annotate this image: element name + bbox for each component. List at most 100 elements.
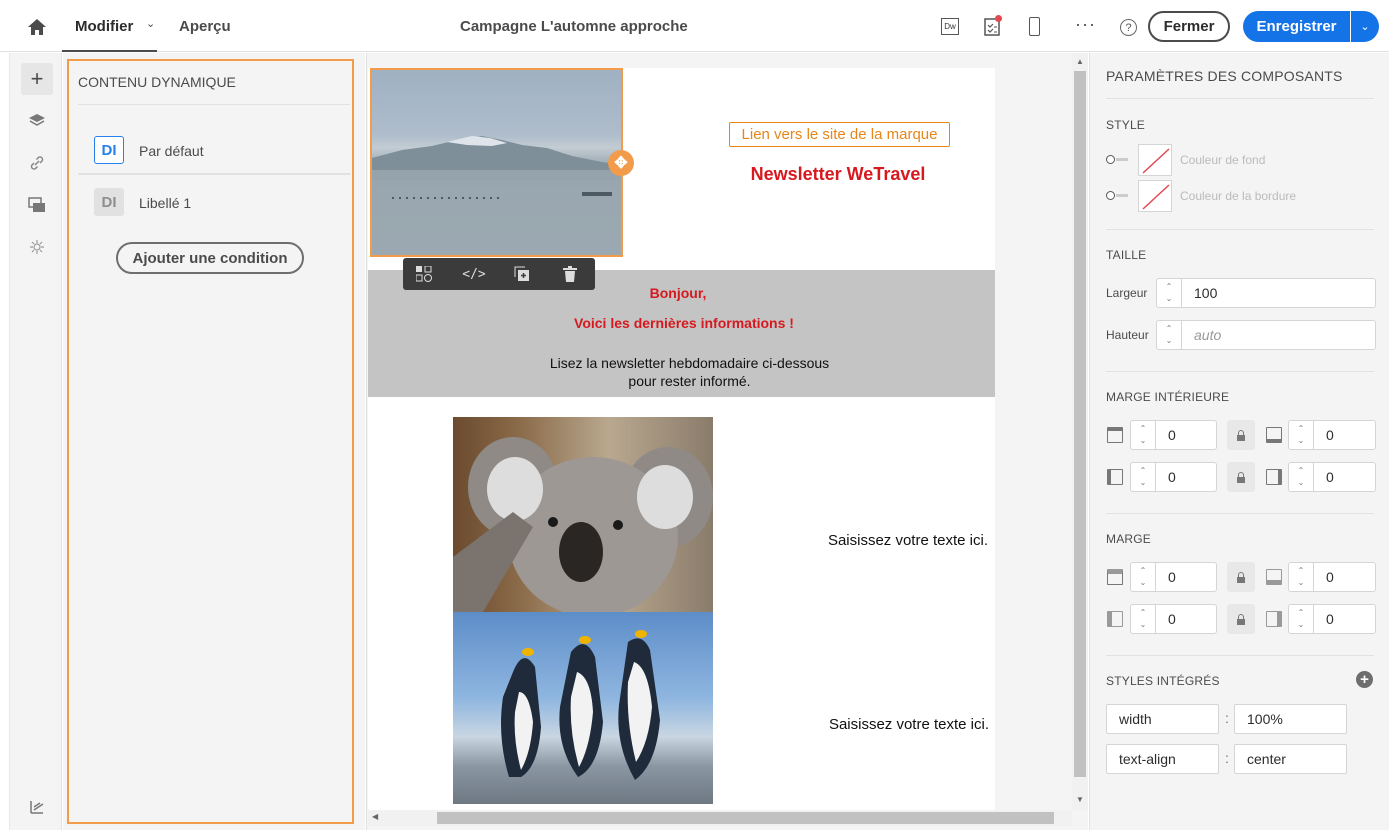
padding-lock-icon[interactable] <box>1227 420 1255 450</box>
width-input[interactable]: 100 <box>1181 278 1376 308</box>
delete-icon[interactable] <box>561 265 579 283</box>
padding-bottom-input[interactable]: 0 <box>1313 420 1376 450</box>
margin-bottom-input[interactable]: 0 <box>1313 562 1376 592</box>
horizontal-scrollbar-thumb[interactable] <box>437 812 1054 824</box>
divider <box>1106 655 1374 656</box>
duplicate-icon[interactable] <box>513 265 531 283</box>
brand-link[interactable]: Lien vers le site de la marque <box>729 122 950 147</box>
padding-bottom-icon <box>1266 427 1282 443</box>
height-input[interactable]: auto <box>1181 320 1376 350</box>
dynamic-content-icon[interactable] <box>415 265 433 283</box>
header-image[interactable] <box>370 68 623 257</box>
padding-top-icon <box>1107 427 1123 443</box>
list-item-default[interactable]: DI Par défaut <box>78 123 350 175</box>
width-stepper[interactable]: ⌃ ⌄ <box>1156 278 1182 308</box>
intro-text-line-2: pour rester informé. <box>628 373 751 389</box>
email-body: ✥ Lien vers le site de la marque Newslet… <box>368 68 995 810</box>
padding-right-input[interactable]: 0 <box>1313 462 1376 492</box>
inline-style-property[interactable]: text-align <box>1106 744 1219 774</box>
add-icon[interactable]: + <box>21 63 53 95</box>
padding-left-input[interactable]: 0 <box>1155 462 1217 492</box>
padding-top-stepper[interactable]: ⌃ ⌄ <box>1130 420 1156 450</box>
save-button[interactable]: Enregistrer <box>1243 11 1350 42</box>
inline-style-property[interactable]: width <box>1106 704 1219 734</box>
koala-image[interactable] <box>453 417 713 612</box>
save-options-chevron-icon[interactable]: ⌄ <box>1351 11 1379 42</box>
campaign-title: Campagne L'automne approche <box>460 18 688 35</box>
tab-modify[interactable]: Modifier <box>75 18 133 35</box>
help-icon[interactable]: ? <box>1120 19 1137 36</box>
margin-right-input[interactable]: 0 <box>1313 604 1376 634</box>
divider <box>78 104 350 105</box>
dynamic-item-badge: DI <box>94 188 124 216</box>
margin-left-stepper[interactable]: ⌃ ⌄ <box>1130 604 1156 634</box>
margin-lock-icon[interactable] <box>1227 562 1255 592</box>
tab-preview[interactable]: Aperçu <box>179 18 231 35</box>
margin-right-icon <box>1266 611 1282 627</box>
width-label: Largeur <box>1106 286 1148 300</box>
horizontal-scrollbar[interactable]: ◀ <box>368 810 1072 826</box>
list-item-label-1[interactable]: DI Libellé 1 <box>78 177 350 227</box>
structure-icon[interactable] <box>21 791 53 823</box>
checklist-icon[interactable] <box>984 15 1002 36</box>
padding-top-input[interactable]: 0 <box>1155 420 1217 450</box>
padding-section-title: MARGE INTÉRIEURE <box>1106 390 1230 404</box>
bg-color-swatch[interactable] <box>1138 144 1172 176</box>
border-color-label: Couleur de la bordure <box>1180 189 1297 203</box>
margin-right-stepper[interactable]: ⌃ ⌄ <box>1288 604 1314 634</box>
layers-icon[interactable] <box>21 105 53 137</box>
notification-dot-icon <box>995 15 1002 22</box>
code-icon[interactable]: </> <box>462 265 485 283</box>
inline-style-separator: : <box>1225 710 1229 726</box>
border-color-toggle[interactable] <box>1106 191 1130 200</box>
chevron-down-icon[interactable]: ⌄ <box>146 17 155 30</box>
inline-style-separator: : <box>1225 750 1229 766</box>
home-icon[interactable] <box>24 14 50 40</box>
height-stepper[interactable]: ⌃ ⌄ <box>1156 320 1182 350</box>
padding-right-icon <box>1266 469 1282 485</box>
margin-top-input[interactable]: 0 <box>1155 562 1217 592</box>
dynamic-item-badge: DI <box>94 136 124 164</box>
scroll-up-arrow-icon[interactable]: ▲ <box>1076 57 1084 66</box>
margin-top-stepper[interactable]: ⌃ ⌄ <box>1130 562 1156 592</box>
dreamweaver-icon[interactable]: Dw <box>941 18 959 35</box>
size-section-title: TAILLE <box>1106 248 1147 262</box>
move-handle-icon[interactable]: ✥ <box>608 150 634 176</box>
personalization-icon[interactable] <box>21 231 53 263</box>
margin-top-icon <box>1107 569 1123 585</box>
more-icon[interactable]: ··· <box>1075 14 1096 35</box>
divider <box>1106 513 1374 514</box>
inline-style-value[interactable]: 100% <box>1234 704 1347 734</box>
margin-bottom-stepper[interactable]: ⌃ ⌄ <box>1288 562 1314 592</box>
text-block-1[interactable]: Saisissez votre texte ici. <box>788 532 988 549</box>
add-style-icon[interactable]: + <box>1356 671 1373 688</box>
padding-left-stepper[interactable]: ⌃ ⌄ <box>1130 462 1156 492</box>
close-button[interactable]: Fermer <box>1148 11 1230 42</box>
add-condition-button[interactable]: Ajouter une condition <box>116 242 304 274</box>
bg-color-toggle[interactable] <box>1106 155 1130 164</box>
padding-lock-icon[interactable] <box>1227 462 1255 492</box>
bg-color-label: Couleur de fond <box>1180 153 1266 167</box>
padding-bottom-stepper[interactable]: ⌃ ⌄ <box>1288 420 1314 450</box>
dynamic-item-label: Libellé 1 <box>139 195 192 211</box>
height-label: Hauteur <box>1106 328 1149 342</box>
padding-right-stepper[interactable]: ⌃ ⌄ <box>1288 462 1314 492</box>
scroll-left-arrow-icon[interactable]: ◀ <box>372 812 378 821</box>
top-bar: Modifier ⌄ Aperçu Campagne L'automne app… <box>0 0 1389 52</box>
component-settings-panel: PARAMÈTRES DES COMPOSANTS STYLE Couleur … <box>1089 53 1389 830</box>
assets-icon[interactable] <box>21 189 53 221</box>
vertical-scrollbar-thumb[interactable] <box>1074 71 1086 777</box>
padding-left-icon <box>1107 469 1123 485</box>
margin-left-input[interactable]: 0 <box>1155 604 1217 634</box>
margin-bottom-icon <box>1266 569 1282 585</box>
scroll-down-arrow-icon[interactable]: ▼ <box>1076 795 1084 804</box>
penguins-image[interactable] <box>453 612 713 804</box>
margin-lock-icon[interactable] <box>1227 604 1255 634</box>
border-color-swatch[interactable] <box>1138 180 1172 212</box>
text-block-2[interactable]: Saisissez votre texte ici. <box>788 716 989 733</box>
inline-style-value[interactable]: center <box>1234 744 1347 774</box>
vertical-scrollbar[interactable]: ▲ ▼ <box>1072 53 1088 810</box>
link-icon[interactable] <box>21 147 53 179</box>
margin-left-icon <box>1107 611 1123 627</box>
mobile-icon[interactable] <box>1029 17 1040 36</box>
